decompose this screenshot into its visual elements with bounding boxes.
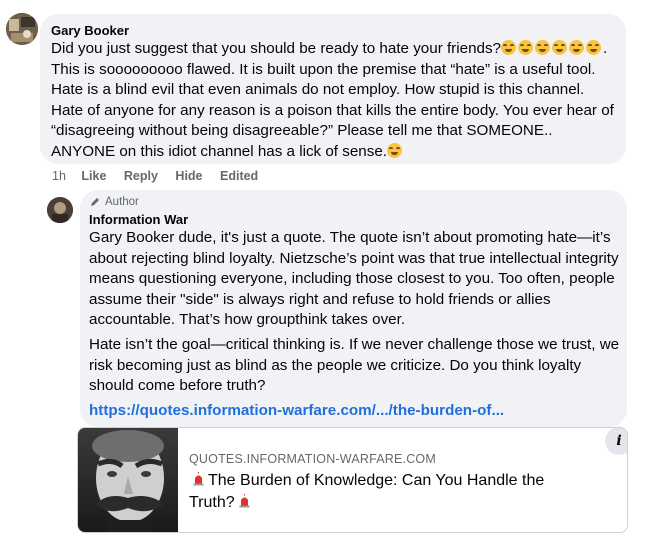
grimacing-face-emoji: [586, 40, 601, 55]
card-title[interactable]: The Burden of Knowledge: Can You Handle …: [189, 470, 569, 514]
edited-label[interactable]: Edited: [220, 169, 258, 183]
grimacing-face-emoji: [535, 40, 550, 55]
link-preview-card[interactable]: QUOTES.INFORMATION-WARFARE.COM The Burde…: [77, 427, 628, 533]
grimacing-face-emoji: [501, 40, 516, 55]
reply-bubble: Author Information War Gary Booker dude,…: [80, 190, 627, 427]
author-badge: Author: [89, 196, 139, 208]
reply-link[interactable]: https://quotes.information-warfare.com/.…: [89, 402, 504, 419]
gary-booker-avatar[interactable]: [6, 13, 38, 45]
comment-author-name[interactable]: Gary Booker: [51, 23, 129, 38]
comment-actions: 1h Like Reply Hide Edited: [52, 169, 272, 183]
reply-author-name[interactable]: Information War: [89, 212, 188, 227]
grimacing-face-emoji: [387, 142, 402, 158]
like-button[interactable]: Like: [81, 169, 106, 183]
reply-button[interactable]: Reply: [124, 169, 158, 183]
comment-bubble: Gary Booker Did you just suggest that yo…: [40, 14, 626, 164]
nietzsche-portrait-image: [78, 428, 178, 532]
comment-text-rest: This is sooooooooo flawed. It is built u…: [51, 60, 614, 160]
info-icon[interactable]: i: [605, 428, 627, 455]
siren-icon: [238, 493, 251, 508]
siren-icon: [192, 471, 205, 486]
reply-paragraph-2: Hate isn’t the goal—critical thinking is…: [89, 336, 620, 395]
card-domain: QUOTES.INFORMATION-WARFARE.COM: [189, 452, 436, 466]
author-badge-label: Author: [105, 196, 139, 208]
grimacing-face-emoji: [552, 40, 567, 55]
comment-text-line1: Did you just suggest that you should be …: [51, 40, 501, 57]
reply-paragraph-1: Gary Booker dude, it's just a quote. The…: [89, 229, 619, 329]
comment-timestamp[interactable]: 1h: [52, 169, 66, 183]
comment-text: Did you just suggest that you should be …: [51, 40, 614, 160]
hide-button[interactable]: Hide: [175, 169, 202, 183]
information-war-avatar[interactable]: [47, 197, 73, 223]
pen-icon: [91, 198, 99, 206]
grimacing-face-emoji: [569, 40, 584, 55]
grimacing-face-emoji: [518, 40, 533, 55]
